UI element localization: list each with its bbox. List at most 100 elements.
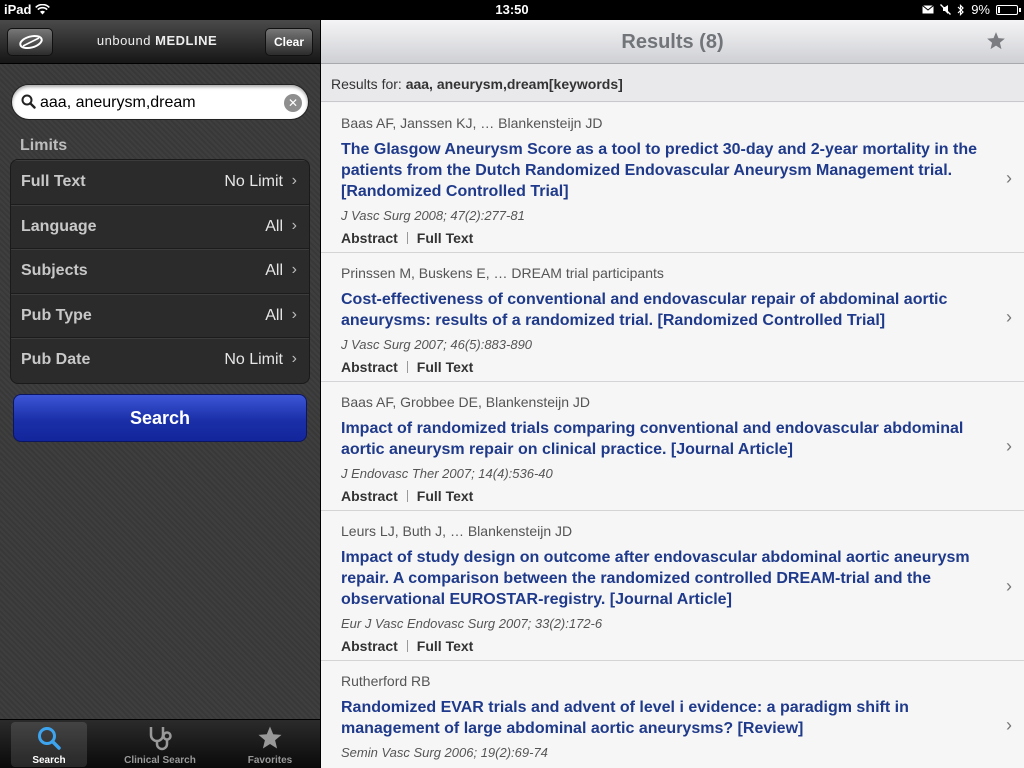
link-divider [406, 361, 408, 373]
link-divider [406, 232, 408, 244]
result-links: Abstract Full Text [341, 359, 984, 375]
search-input[interactable] [40, 91, 280, 115]
limit-row-pub-type[interactable]: Pub Type All › [11, 293, 309, 338]
result-citation: Eur J Vasc Endovasc Surg 2007; 33(2):172… [341, 616, 603, 631]
results-query-bar: Results for: aaa, aneurysm,dream[keyword… [321, 64, 1024, 102]
result-authors: Baas AF, Janssen KJ, … Blankensteijn JD [341, 115, 603, 131]
result-item[interactable]: Baas AF, Janssen KJ, … Blankensteijn JD … [321, 103, 1024, 253]
result-item[interactable]: Prinssen M, Buskens E, … DREAM trial par… [321, 253, 1024, 382]
search-icon [38, 727, 61, 750]
status-right: 9% [922, 2, 1021, 17]
result-item[interactable]: Baas AF, Grobbee DE, Blankensteijn JD Im… [321, 382, 1024, 511]
chevron-right-icon[interactable]: › [1006, 307, 1012, 328]
search-button[interactable]: Search [13, 394, 307, 442]
result-title[interactable]: Impact of study design on outcome after … [341, 547, 984, 610]
result-links: Abstract Full Text [341, 488, 984, 504]
abstract-link[interactable]: Abstract [341, 359, 398, 375]
chevron-right-icon: › [291, 261, 297, 278]
result-citation: Semin Vasc Surg 2006; 19(2):69-74 [341, 745, 548, 760]
results-panel: Results (8) Results for: aaa, aneurysm,d… [321, 20, 1024, 768]
limit-name: Language [21, 217, 97, 235]
limit-value: All [265, 262, 283, 279]
chevron-right-icon: › [291, 305, 297, 323]
app-title-light: unbound [96, 33, 151, 48]
abstract-link[interactable]: Abstract [341, 488, 398, 504]
results-for-label: Results for: [331, 76, 402, 92]
result-title[interactable]: Randomized EVAR trials and advent of lev… [341, 697, 984, 739]
battery-icon [996, 4, 1021, 15]
limit-row-pub-date[interactable]: Pub Date No Limit › [11, 338, 309, 383]
limit-value: No Limit [224, 173, 283, 190]
limits-list: Full Text No Limit › Language All › Subj… [10, 159, 310, 384]
search-icon [21, 94, 36, 109]
star-icon [258, 726, 282, 749]
limit-row-full-text[interactable]: Full Text No Limit › [11, 160, 309, 205]
clear-search-icon[interactable]: ✕ [284, 94, 302, 112]
result-authors: Baas AF, Grobbee DE, Blankensteijn JD [341, 394, 591, 410]
mute-icon [940, 4, 952, 15]
favorite-star-icon[interactable] [986, 31, 1006, 51]
unbound-logo-icon [19, 34, 43, 50]
limit-row-subjects[interactable]: Subjects All › [11, 249, 309, 294]
full-text-link[interactable]: Full Text [417, 230, 474, 246]
full-text-link[interactable]: Full Text [417, 359, 474, 375]
result-authors: Prinssen M, Buskens E, … DREAM trial par… [341, 265, 664, 281]
chevron-right-icon: › [291, 216, 297, 234]
app-title-bold: MEDLINE [155, 33, 218, 48]
result-title[interactable]: The Glasgow Aneurysm Score as a tool to … [341, 139, 984, 202]
battery-level [998, 6, 1000, 13]
tab-clinical-search[interactable]: Clinical Search [121, 722, 199, 767]
limit-value: All [265, 306, 283, 324]
result-authors: Rutherford RB [341, 673, 431, 689]
bluetooth-icon [957, 3, 965, 16]
result-title[interactable]: Impact of randomized trials comparing co… [341, 418, 984, 460]
full-text-link[interactable]: Full Text [417, 488, 474, 504]
chevron-right-icon[interactable]: › [1006, 436, 1012, 457]
search-sidebar: unbound MEDLINE Clear ✕ Limits Full Text… [0, 20, 320, 768]
search-field[interactable]: ✕ [11, 84, 309, 120]
result-citation: J Vasc Surg 2008; 47(2):277-81 [341, 208, 525, 223]
tab-label: Favorites [247, 755, 293, 766]
app-title: unbound MEDLINE [60, 33, 254, 48]
status-time: 13:50 [495, 2, 529, 17]
link-divider [406, 640, 408, 652]
tab-label: Search [32, 755, 66, 766]
results-list: Baas AF, Janssen KJ, … Blankensteijn JD … [321, 103, 1024, 768]
tab-search[interactable]: Search [11, 722, 87, 767]
chevron-right-icon: › [291, 350, 297, 367]
limit-name: Full Text [21, 173, 86, 190]
results-title: Results (8) [621, 31, 724, 53]
result-links: Abstract Full Text [341, 638, 984, 654]
full-text-link[interactable]: Full Text [417, 638, 474, 654]
status-bar: iPad 13:50 9% [0, 0, 1024, 20]
chevron-right-icon[interactable]: › [1006, 168, 1012, 189]
tab-label: Clinical Search [124, 755, 196, 766]
chevron-right-icon: › [291, 172, 297, 189]
result-citation: J Endovasc Ther 2007; 14(4):536-40 [341, 466, 553, 481]
result-citation: J Vasc Surg 2007; 46(5):883-890 [341, 337, 533, 352]
abstract-link[interactable]: Abstract [341, 638, 398, 654]
limit-name: Pub Type [21, 306, 92, 324]
result-title[interactable]: Cost-effectiveness of conventional and e… [341, 289, 984, 331]
tab-favorites[interactable]: Favorites [232, 722, 308, 767]
limit-row-language[interactable]: Language All › [11, 204, 309, 249]
stethoscope-icon [149, 727, 172, 751]
chevron-right-icon[interactable]: › [1006, 715, 1012, 736]
app-logo-button[interactable] [7, 28, 53, 56]
limits-heading: Limits [20, 137, 68, 154]
sidebar-header: unbound MEDLINE Clear [0, 20, 320, 64]
results-header: Results (8) [321, 20, 1024, 64]
limit-value: No Limit [224, 351, 283, 368]
result-links: Abstract Full Text [341, 230, 984, 246]
mail-icon [922, 5, 935, 14]
tab-bar: Search Clinical Search Favorites [0, 719, 320, 768]
chevron-right-icon[interactable]: › [1006, 576, 1012, 597]
battery-percent: 9% [971, 2, 990, 17]
result-item[interactable]: Leurs LJ, Buth J, … Blankensteijn JD Imp… [321, 511, 1024, 661]
result-item[interactable]: Rutherford RB Randomized EVAR trials and… [321, 661, 1024, 768]
abstract-link[interactable]: Abstract [341, 230, 398, 246]
clear-button[interactable]: Clear [265, 28, 313, 56]
limit-value: All [265, 217, 283, 235]
results-query: aaa, aneurysm,dream[keywords] [405, 76, 623, 92]
limit-name: Pub Date [21, 351, 91, 368]
